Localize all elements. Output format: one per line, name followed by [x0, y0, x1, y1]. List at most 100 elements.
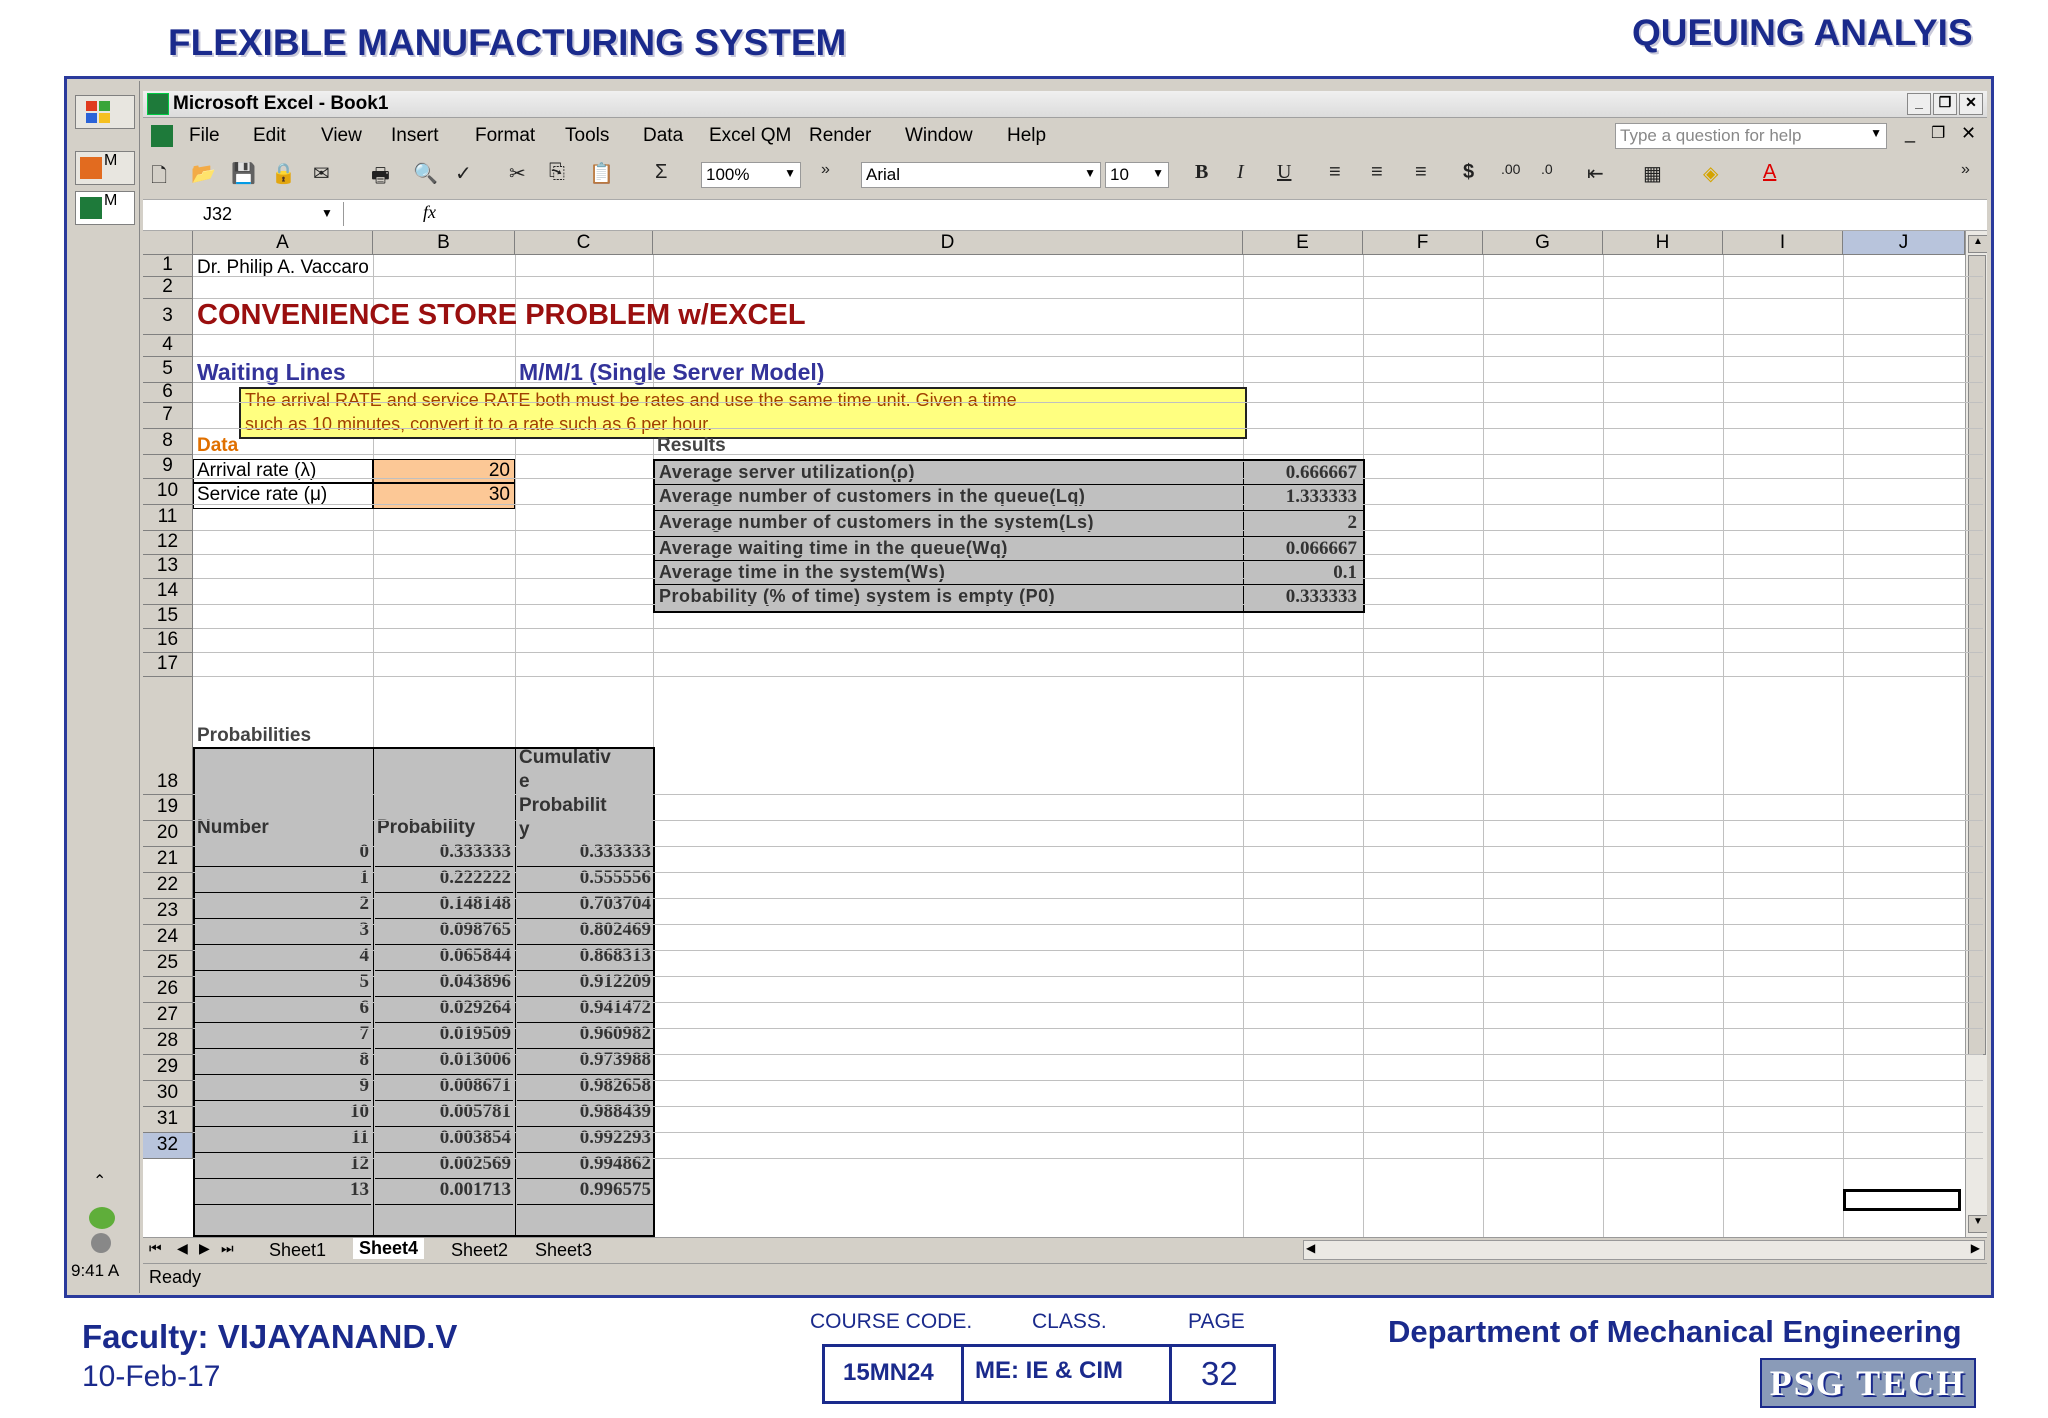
row-header[interactable]: 8	[143, 429, 193, 455]
restore-icon[interactable]: ❐	[1933, 93, 1957, 115]
menu-data[interactable]: Data	[643, 125, 683, 147]
prob-cumulative[interactable]: 0.992293	[517, 1127, 653, 1153]
prob-value[interactable]: 0.005781	[375, 1101, 513, 1127]
row-header[interactable]: 4	[143, 335, 193, 357]
prob-cumulative[interactable]: 0.988439	[517, 1101, 653, 1127]
cut-icon[interactable]: ✂	[509, 161, 526, 187]
prob-value[interactable]: 0.001713	[375, 1179, 513, 1205]
tray-expand-icon[interactable]: ⌃	[93, 1171, 106, 1191]
prob-number[interactable]: 3	[195, 919, 371, 945]
font-name-box[interactable]: Arial ▼	[861, 162, 1101, 188]
paste-icon[interactable]: 📋	[589, 161, 614, 187]
menu-window[interactable]: Window	[905, 125, 973, 147]
column-header-e[interactable]: E	[1243, 231, 1363, 255]
prob-number[interactable]: 7	[195, 1023, 371, 1049]
column-header-g[interactable]: G	[1483, 231, 1603, 255]
zoom-box[interactable]: 100% ▼	[701, 162, 801, 188]
scroll-down-icon[interactable]: ▼	[1968, 1215, 1987, 1233]
chevron-down-icon[interactable]: ▼	[784, 166, 796, 180]
prob-value[interactable]: 0.148148	[375, 893, 513, 919]
prob-number[interactable]: 11	[195, 1127, 371, 1153]
prob-value[interactable]: 0.008671	[375, 1075, 513, 1101]
align-center-icon[interactable]: ≡	[1371, 161, 1383, 187]
column-header-h[interactable]: H	[1603, 231, 1723, 255]
prob-cumulative[interactable]: 0.941472	[517, 997, 653, 1023]
doc-restore-icon[interactable]: ❐	[1931, 123, 1945, 143]
row-header[interactable]: 16	[143, 629, 193, 653]
tab-sheet3[interactable]: Sheet3	[535, 1240, 592, 1261]
scroll-thumb[interactable]	[1968, 255, 1986, 1055]
cell-a9[interactable]: Arrival rate (λ)	[193, 459, 373, 483]
menu-edit[interactable]: Edit	[253, 125, 286, 147]
result-label[interactable]: Average waiting time in the queue(Wq)	[659, 538, 1008, 559]
email-icon[interactable]: ✉	[313, 161, 330, 187]
cell-a17[interactable]: Probabilities	[197, 725, 311, 747]
cell-a3-heading[interactable]: CONVENIENCE STORE PROBLEM w/EXCEL	[197, 299, 806, 332]
prob-value[interactable]: 0.013006	[375, 1049, 513, 1075]
row-header[interactable]: 18	[143, 677, 193, 795]
cell-b9[interactable]: 20	[373, 459, 515, 483]
prev-sheet-icon[interactable]: ◀	[177, 1240, 188, 1257]
row-header[interactable]: 11	[143, 505, 193, 531]
select-all-corner[interactable]	[143, 231, 193, 255]
bold-icon[interactable]: B	[1195, 161, 1208, 187]
menu-file[interactable]: File	[189, 125, 220, 147]
chevron-down-icon[interactable]: ▼	[321, 206, 333, 220]
menu-view[interactable]: View	[321, 125, 362, 147]
scroll-right-icon[interactable]: ▶	[1971, 1241, 1980, 1255]
print-icon[interactable]: 🖶	[371, 161, 390, 187]
menu-render[interactable]: Render	[809, 125, 871, 147]
new-icon[interactable]: 🗋	[151, 161, 167, 187]
column-header-f[interactable]: F	[1363, 231, 1483, 255]
row-header[interactable]: 21	[143, 847, 193, 873]
save-icon[interactable]: 💾	[231, 161, 256, 187]
row-header[interactable]: 23	[143, 899, 193, 925]
borders-icon[interactable]: ▦	[1643, 161, 1662, 187]
prob-number[interactable]: 6	[195, 997, 371, 1023]
row-header[interactable]: 26	[143, 977, 193, 1003]
prob-cumulative[interactable]: 0.994862	[517, 1153, 653, 1179]
row-header[interactable]: 22	[143, 873, 193, 899]
row-header[interactable]: 12	[143, 531, 193, 555]
row-header[interactable]: 2	[143, 277, 193, 299]
row-header[interactable]: 17	[143, 653, 193, 677]
prob-value[interactable]: 0.098765	[375, 919, 513, 945]
font-color-icon[interactable]: A	[1763, 161, 1776, 187]
prob-value[interactable]: 0.003854	[375, 1127, 513, 1153]
prob-cumulative[interactable]: 0.982658	[517, 1075, 653, 1101]
print-preview-icon[interactable]: 🔍	[413, 161, 438, 187]
row-header[interactable]: 25	[143, 951, 193, 977]
copy-icon[interactable]: ⎘	[549, 161, 565, 187]
help-search-box[interactable]: Type a question for help ▼	[1615, 123, 1887, 149]
column-header-d[interactable]: D	[653, 231, 1243, 255]
decrease-indent-icon[interactable]: ⇤	[1587, 161, 1604, 187]
start-button[interactable]	[75, 95, 135, 129]
row-header[interactable]: 7	[143, 403, 193, 429]
increase-decimal-icon[interactable]: .00	[1501, 161, 1520, 187]
prob-cumulative[interactable]: 0.912209	[517, 971, 653, 997]
prob-value[interactable]: 0.333333	[375, 841, 513, 867]
row-header[interactable]: 10	[143, 479, 193, 505]
column-header-i[interactable]: I	[1723, 231, 1843, 255]
doc-close-icon[interactable]: ✕	[1961, 123, 1976, 144]
menu-help[interactable]: Help	[1007, 125, 1046, 147]
prob-number[interactable]: 9	[195, 1075, 371, 1101]
row-header[interactable]: 27	[143, 1003, 193, 1029]
row-header[interactable]: 3	[143, 299, 193, 335]
font-size-box[interactable]: 10 ▼	[1105, 162, 1169, 188]
prob-cumulative[interactable]: 0.868313	[517, 945, 653, 971]
prob-value[interactable]: 0.019509	[375, 1023, 513, 1049]
prob-cumulative[interactable]: 0.703704	[517, 893, 653, 919]
formula-input[interactable]	[463, 202, 1983, 226]
prob-number[interactable]: 2	[195, 893, 371, 919]
autosum-icon[interactable]: Σ	[655, 161, 667, 187]
prob-cumulative[interactable]: 0.973988	[517, 1049, 653, 1075]
next-sheet-icon[interactable]: ▶	[199, 1240, 210, 1257]
worksheet-grid[interactable]: A B C D E F G H I J 1 2 3 4 5 6 7 8 9 10 11 12 13 14 1…	[143, 231, 1987, 1237]
prob-value[interactable]: 0.002569	[375, 1153, 513, 1179]
minimize-icon[interactable]: _	[1907, 93, 1931, 115]
prob-number[interactable]: 10	[195, 1101, 371, 1127]
decrease-decimal-icon[interactable]: .0	[1541, 161, 1553, 187]
prob-cumulative[interactable]: 0.333333	[517, 841, 653, 867]
menu-insert[interactable]: Insert	[391, 125, 439, 147]
